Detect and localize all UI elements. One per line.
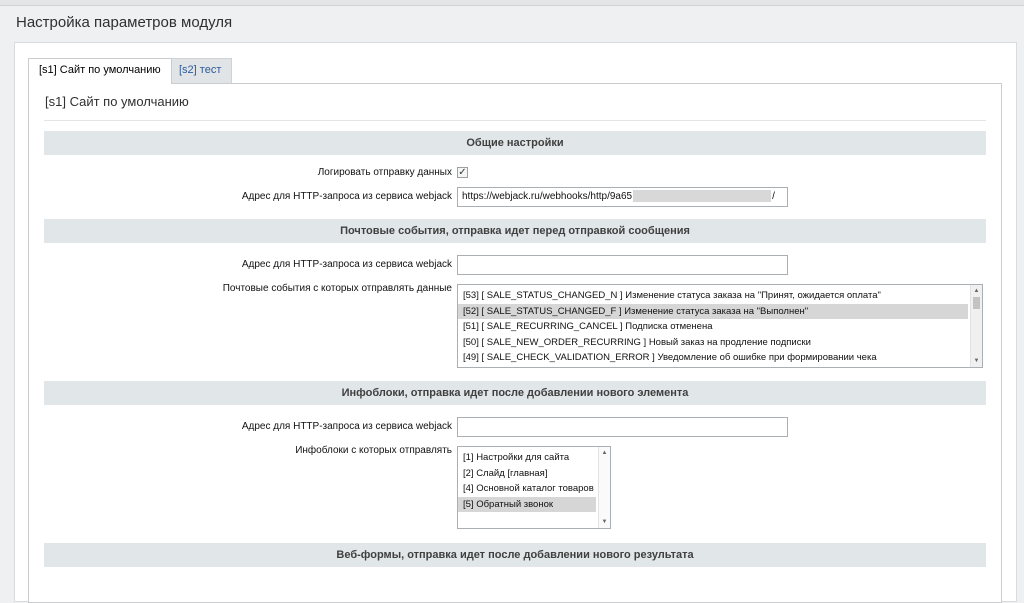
mail-url-label: Адрес для HTTP-запроса из сервиса webjac… xyxy=(241,259,452,270)
iblock-listbox[interactable]: [1] Настройки для сайта [2] Слайд [главн… xyxy=(457,446,611,529)
mail-events-label: Почтовые события с которых отправлять да… xyxy=(222,283,452,294)
arrow-down-icon[interactable]: ▼ xyxy=(971,356,982,366)
list-item[interactable]: [4] Основной каталог товаров xyxy=(458,481,610,497)
url-value-end: / xyxy=(772,191,775,202)
url-value-start: https://webjack.ru/webhooks/http/9a65 xyxy=(462,191,633,202)
general-url-input[interactable]: https://webjack.ru/webhooks/http/9a65 / xyxy=(457,187,788,207)
log-checkbox[interactable]: ✓ xyxy=(457,167,468,178)
tab-s2[interactable]: [s2] тест xyxy=(168,58,233,83)
arrow-down-icon[interactable]: ▼ xyxy=(599,517,610,527)
redacted-text xyxy=(633,190,772,203)
arrow-up-icon[interactable]: ▲ xyxy=(971,286,982,296)
mail-url-input[interactable] xyxy=(457,255,788,275)
iblock-list-label: Инфоблоки с которых отправлять xyxy=(295,445,452,456)
list-item[interactable]: [51] [ SALE_RECURRING_CANCEL ] Подписка … xyxy=(458,319,982,335)
mail-events-scrollbar[interactable]: ▲ ▼ xyxy=(970,285,982,367)
section-header-iblock: Инфоблоки, отправка идет после добавлени… xyxy=(44,381,986,405)
section-header-mail: Почтовые события, отправка идет перед от… xyxy=(44,219,986,243)
list-item[interactable]: [5] Обратный звонок xyxy=(458,496,596,512)
heading-divider xyxy=(44,120,986,121)
iblock-url-input[interactable] xyxy=(457,417,788,437)
list-item[interactable]: [2] Слайд [главная] xyxy=(458,466,610,482)
top-toolbar-strip xyxy=(0,0,1024,6)
check-icon: ✓ xyxy=(458,167,467,178)
general-url-label: Адрес для HTTP-запроса из сервиса webjac… xyxy=(241,191,452,202)
list-item[interactable]: [52] [ SALE_STATUS_CHANGED_F ] Изменение… xyxy=(458,303,968,319)
list-item[interactable]: [53] [ SALE_STATUS_CHANGED_N ] Изменение… xyxy=(458,288,982,304)
tab-s1[interactable]: [s1] Сайт по умолчанию xyxy=(28,58,172,84)
section-header-webforms: Веб-формы, отправка идет после добавлени… xyxy=(44,543,986,567)
iblock-url-label: Адрес для HTTP-запроса из сервиса webjac… xyxy=(241,421,452,432)
page-title: Настройка параметров модуля xyxy=(16,14,233,31)
list-item[interactable]: [1] Настройки для сайта xyxy=(458,450,610,466)
mail-events-listbox[interactable]: [53] [ SALE_STATUS_CHANGED_N ] Изменение… xyxy=(457,284,983,368)
log-label: Логировать отправку данных xyxy=(317,167,452,178)
iblock-scrollbar[interactable]: ▲ ▼ xyxy=(598,447,610,528)
panel-heading: [s1] Сайт по умолчанию xyxy=(45,94,189,109)
section-header-general: Общие настройки xyxy=(44,131,986,155)
scroll-thumb[interactable] xyxy=(973,297,980,309)
list-item[interactable]: [50] [ SALE_NEW_ORDER_RECURRING ] Новый … xyxy=(458,335,982,351)
list-item[interactable]: [49] [ SALE_CHECK_VALIDATION_ERROR ] Уве… xyxy=(458,350,982,366)
arrow-up-icon[interactable]: ▲ xyxy=(599,448,610,458)
